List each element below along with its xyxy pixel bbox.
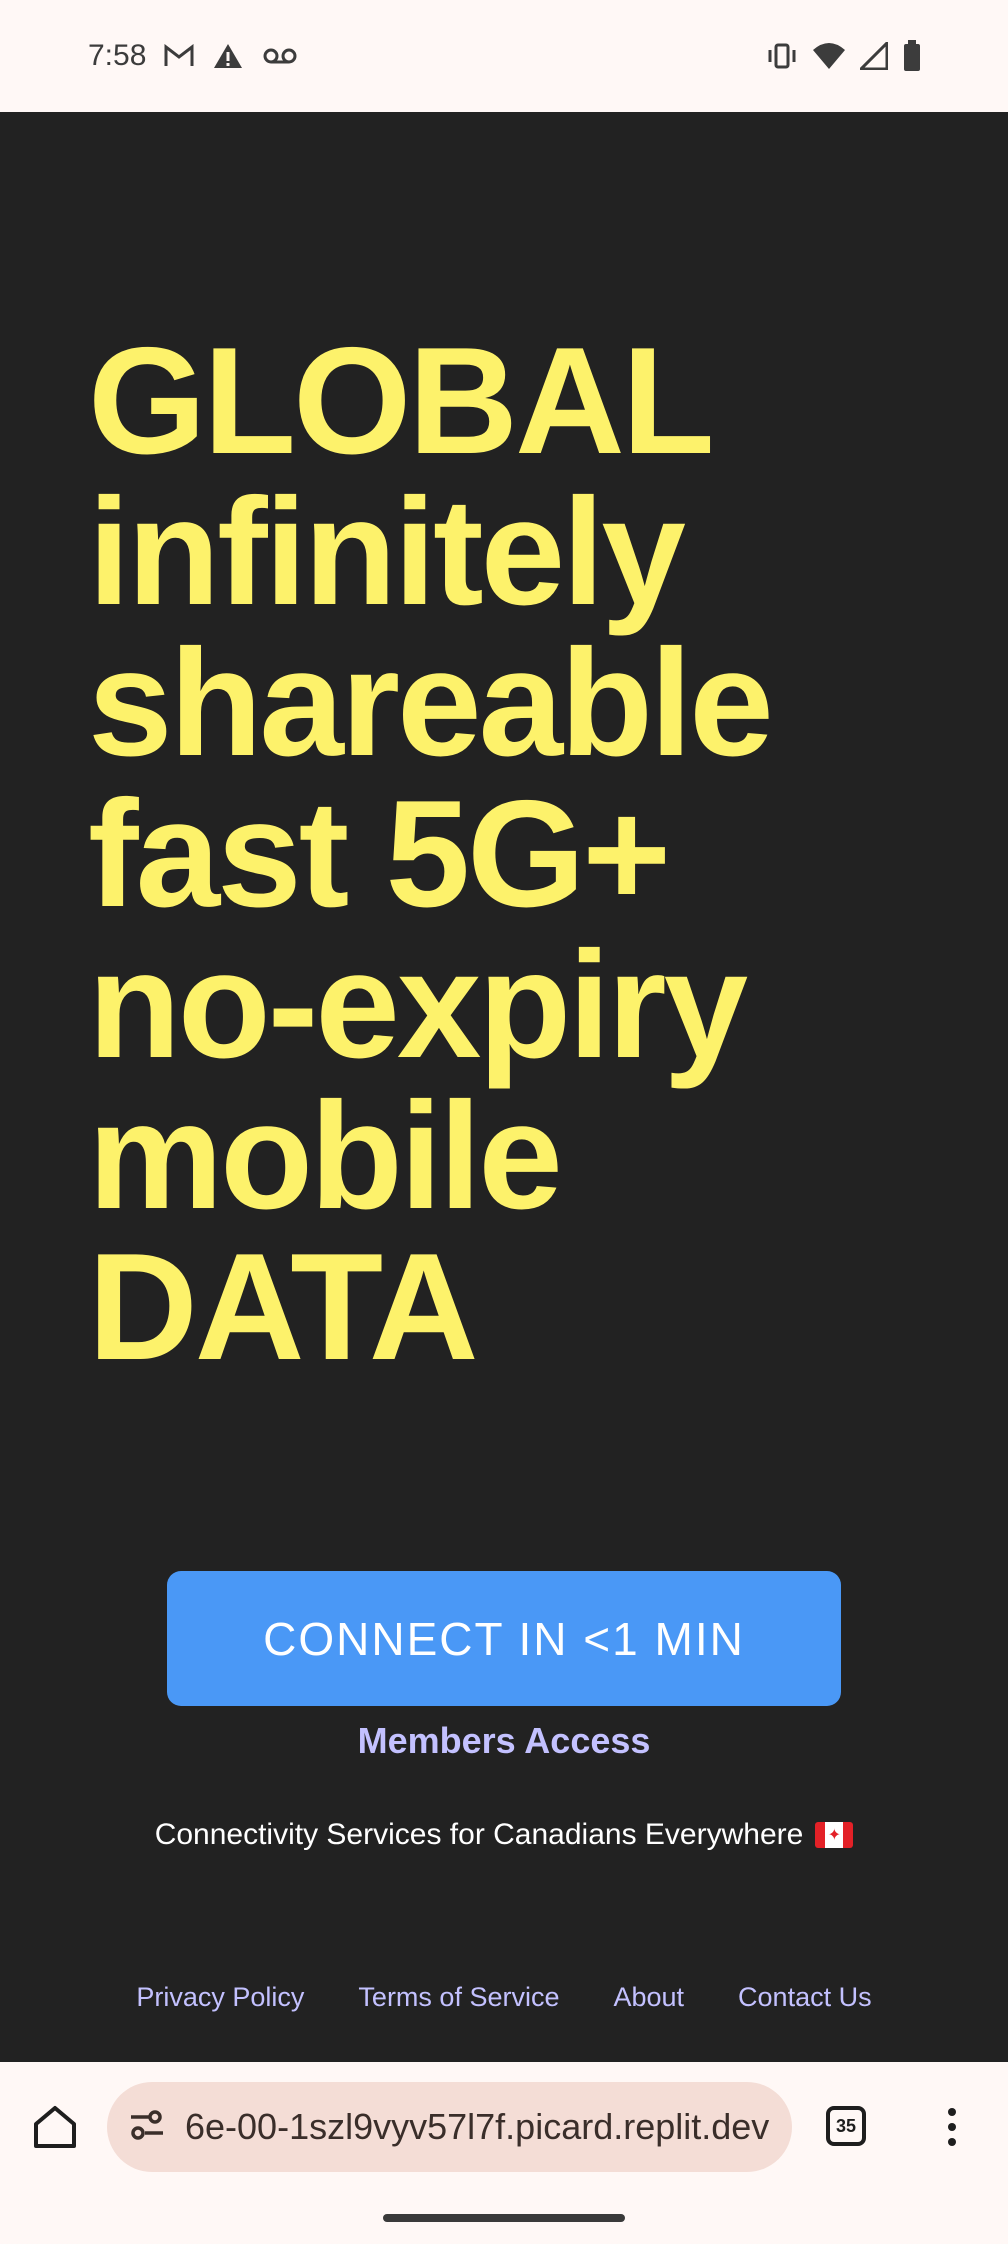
url-text: 6e-00-1szl9vyv57l7f.picard.replit.dev (185, 2106, 770, 2147)
warning-icon (212, 42, 244, 70)
contact-us-link[interactable]: Contact Us (738, 1982, 872, 2013)
hero-headline: GLOBAL infinitely shareable fast 5G+ no-… (88, 316, 968, 1392)
tagline-text: Connectivity Services for Canadians Ever… (154, 1818, 804, 1851)
signal-icon (860, 42, 888, 70)
terms-of-service-link[interactable]: Terms of Service (358, 1982, 559, 2013)
more-menu-icon[interactable] (940, 2102, 964, 2152)
status-left: 7:58 (88, 39, 298, 73)
tab-switcher-button[interactable]: 35 (826, 2106, 866, 2146)
status-right (766, 40, 922, 72)
hero-line: shareable (88, 618, 774, 788)
gesture-handle[interactable] (383, 2214, 625, 2222)
status-time: 7:58 (88, 39, 147, 72)
tab-count: 35 (835, 2115, 857, 2136)
gmail-icon (164, 44, 194, 68)
browser-toolbar: 6e-00-1szl9vyv57l7f.picard.replit.dev 35 (0, 2062, 1008, 2244)
hero-line: infinitely (88, 467, 686, 637)
vibrate-icon (766, 42, 798, 70)
connect-button[interactable]: CONNECT IN <1 MIN (167, 1571, 841, 1706)
hero-line: GLOBAL (88, 316, 715, 486)
footer-nav: Privacy Policy Terms of Service About Co… (0, 1982, 1008, 2013)
about-link[interactable]: About (613, 1982, 684, 2013)
wifi-icon (812, 42, 846, 70)
hero-line: mobile (88, 1071, 563, 1241)
hero-line: fast 5G+ (88, 769, 671, 939)
tagline: Connectivity Services for Canadians Ever… (0, 1818, 1008, 1852)
canada-flag-icon: ✦ (815, 1822, 854, 1848)
privacy-policy-link[interactable]: Privacy Policy (136, 1982, 304, 2013)
battery-icon (902, 40, 922, 72)
status-bar: 7:58 (0, 0, 1008, 112)
members-access-link[interactable]: Members Access (0, 1720, 1008, 1762)
url-bar[interactable]: 6e-00-1szl9vyv57l7f.picard.replit.dev (107, 2082, 792, 2172)
hero-line: DATA (88, 1222, 479, 1392)
page-content: GLOBAL infinitely shareable fast 5G+ no-… (0, 112, 1008, 2062)
site-settings-icon[interactable] (127, 2108, 167, 2147)
home-icon[interactable] (30, 2102, 80, 2152)
hero-line: no-expiry (88, 920, 748, 1090)
voicemail-icon (262, 46, 298, 66)
